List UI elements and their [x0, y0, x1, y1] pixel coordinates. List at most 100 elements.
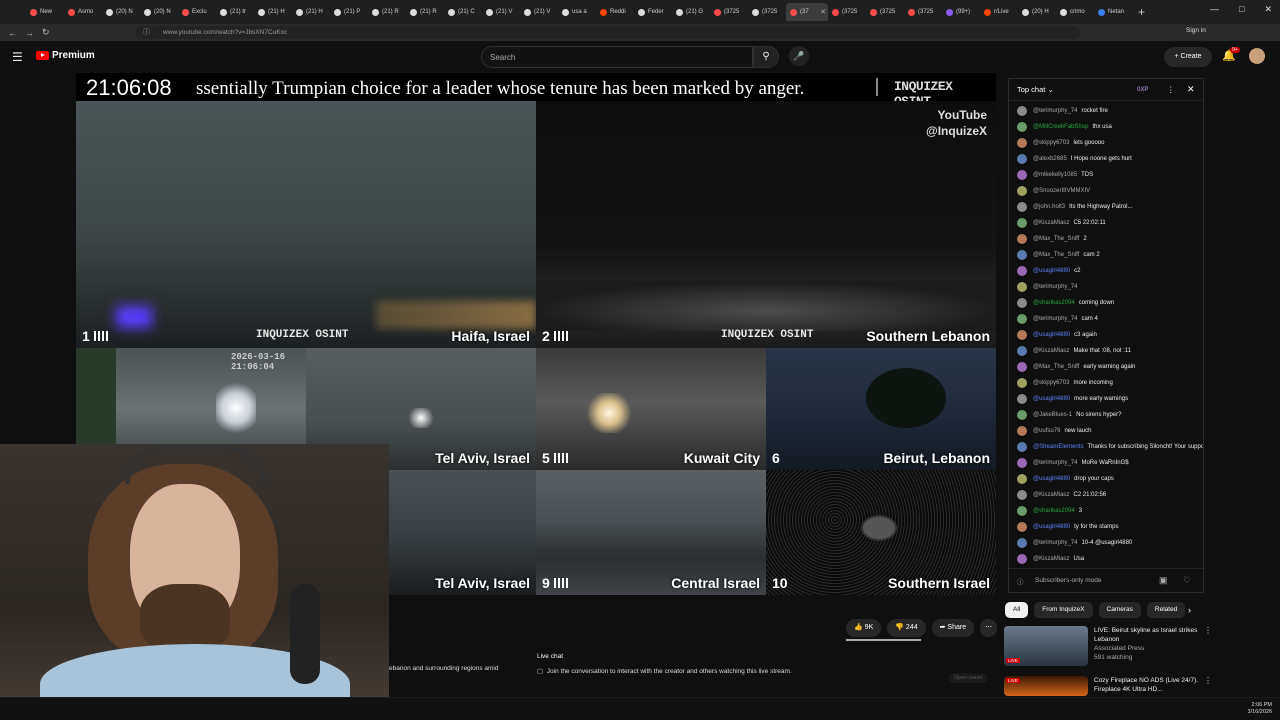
avatar[interactable] — [1017, 410, 1027, 420]
avatar[interactable] — [1017, 106, 1027, 116]
chat-author[interactable]: @Max_The_Sniff — [1033, 364, 1079, 370]
avatar[interactable] — [1017, 298, 1027, 308]
chat-author[interactable]: @alexb2685 — [1033, 156, 1067, 162]
browser-tab[interactable]: (20) N — [140, 3, 178, 21]
chat-author[interactable]: @JakeBlues-1 — [1033, 412, 1072, 418]
points-badge[interactable]: 0XP — [1137, 87, 1148, 93]
avatar[interactable] — [1017, 538, 1027, 548]
chat-author[interactable]: @skippy6703 — [1033, 380, 1069, 386]
browser-tab[interactable]: (21) R — [406, 3, 444, 21]
avatar[interactable] — [1017, 458, 1027, 468]
search-button[interactable]: ⚲ — [753, 46, 779, 68]
avatar[interactable] — [1017, 490, 1027, 500]
voice-search-icon[interactable]: 🎤 — [789, 46, 809, 66]
chat-author[interactable]: @john.holt3 — [1033, 204, 1065, 210]
chat-author[interactable]: @usagirl4880 — [1033, 476, 1070, 482]
browser-tab[interactable]: (21) H — [254, 3, 292, 21]
chat-author[interactable]: @Max_The_Sniff — [1033, 236, 1079, 242]
back-icon[interactable]: ← — [8, 28, 17, 38]
youtube-logo[interactable]: Premium — [36, 50, 95, 61]
chat-author[interactable]: @Max_The_Sniff — [1033, 252, 1079, 258]
browser-tab[interactable]: (3725 — [710, 3, 748, 21]
chat-author[interactable]: @KiszaMiasz — [1033, 556, 1069, 562]
browser-tab[interactable]: crimo — [1056, 3, 1094, 21]
recommended-video[interactable]: LIVE Cozy Fireplace NO ADS (Live 24/7). … — [1004, 676, 1212, 696]
video-thumbnail[interactable]: LIVE — [1004, 626, 1088, 666]
recommended-video[interactable]: LIVE LIVE: Beirut skyline as Israel stri… — [1004, 626, 1212, 666]
chat-author[interactable]: @MillCreekFabShop — [1033, 124, 1088, 130]
chat-author[interactable]: @usagirl4880 — [1033, 396, 1070, 402]
filter-chip[interactable]: From InquizeX — [1034, 602, 1093, 618]
minimize-icon[interactable]: — — [1210, 4, 1219, 15]
sign-in-button[interactable]: Sign in — [1186, 27, 1206, 34]
more-options-icon[interactable]: ⋯ — [980, 619, 998, 637]
chat-author[interactable]: @skippy6703 — [1033, 140, 1069, 146]
system-tray-clock[interactable]: 2:06 PM 3/16/2026 — [1248, 702, 1272, 716]
browser-tab[interactable]: Asmo — [64, 3, 102, 21]
maximize-icon[interactable]: □ — [1239, 4, 1244, 15]
chat-author[interactable]: @usagirl4880 — [1033, 268, 1070, 274]
channel-name[interactable]: Associated Press — [1094, 644, 1204, 653]
chat-author[interactable]: @terimurphy_74 — [1033, 284, 1077, 290]
browser-tab[interactable]: (3725 — [904, 3, 942, 21]
avatar[interactable] — [1017, 506, 1027, 516]
chat-mode-select[interactable]: Top chat ⌄ — [1017, 85, 1054, 94]
close-icon[interactable]: ✕ — [1264, 4, 1272, 15]
avatar[interactable] — [1249, 48, 1265, 64]
avatar[interactable] — [1017, 554, 1027, 564]
avatar[interactable] — [1017, 378, 1027, 388]
create-button[interactable]: + Create — [1164, 47, 1212, 67]
open-panel-button[interactable]: Open panel — [949, 673, 988, 683]
share-button[interactable]: ➦ Share — [931, 619, 975, 637]
chat-author[interactable]: @sharikas2094 — [1033, 300, 1075, 306]
like-button[interactable]: 👍 9K — [846, 619, 882, 637]
avatar[interactable] — [1017, 250, 1027, 260]
forward-icon[interactable]: → — [25, 28, 34, 38]
avatar[interactable] — [1017, 330, 1027, 340]
browser-tab[interactable]: (21) G — [672, 3, 710, 21]
reload-icon[interactable]: ↻ — [42, 27, 50, 38]
browser-tab[interactable]: New — [26, 3, 64, 21]
browser-tab[interactable]: (21) V — [482, 3, 520, 21]
chat-author[interactable]: @terimurphy_74 — [1033, 460, 1077, 466]
avatar[interactable] — [1017, 154, 1027, 164]
avatar[interactable] — [1017, 474, 1027, 484]
avatar[interactable] — [1017, 282, 1027, 292]
browser-tab[interactable]: (3725 — [866, 3, 904, 21]
chat-author[interactable]: @KiszaMiasz — [1033, 348, 1069, 354]
browser-tab[interactable]: (99+) — [942, 3, 980, 21]
search-input[interactable]: Search — [481, 46, 753, 68]
avatar[interactable] — [1017, 202, 1027, 212]
video-title[interactable]: Cozy Fireplace NO ADS (Live 24/7). Firep… — [1094, 676, 1204, 694]
chat-author[interactable]: @usagirl4880 — [1033, 332, 1070, 338]
avatar[interactable] — [1017, 362, 1027, 372]
chat-author[interactable]: @terimurphy_74 — [1033, 108, 1077, 114]
avatar[interactable] — [1017, 394, 1027, 404]
avatar[interactable] — [1017, 170, 1027, 180]
video-title[interactable]: LIVE: Beirut skyline as Israel strikes L… — [1094, 626, 1204, 644]
chat-popout-icon[interactable]: ▣ — [1159, 575, 1168, 586]
browser-tab[interactable]: (3725 — [748, 3, 786, 21]
avatar[interactable] — [1017, 218, 1027, 228]
filter-chip[interactable]: Related — [1146, 602, 1186, 618]
browser-tab[interactable]: (21) V — [520, 3, 558, 21]
avatar[interactable] — [1017, 426, 1027, 436]
url-field[interactable]: ⓘ www.youtube.com/watch?v=JbsXN7CuKxc — [135, 26, 1080, 39]
avatar[interactable] — [1017, 442, 1027, 452]
site-info-icon[interactable]: ⓘ — [143, 26, 150, 39]
heart-icon[interactable]: ♡ — [1183, 575, 1191, 586]
avatar[interactable] — [1017, 234, 1027, 244]
browser-tab[interactable]: (20) H — [1018, 3, 1056, 21]
close-chat-icon[interactable]: ✕ — [1187, 84, 1195, 95]
more-vert-icon[interactable]: ⋮ — [1204, 626, 1212, 666]
browser-tab[interactable]: (21) R — [368, 3, 406, 21]
chat-author[interactable]: @uufsu76 — [1033, 428, 1060, 434]
chat-author[interactable]: @terimurphy_74 — [1033, 540, 1077, 546]
avatar[interactable] — [1017, 266, 1027, 276]
video-thumbnail[interactable]: LIVE — [1004, 676, 1088, 696]
avatar[interactable] — [1017, 522, 1027, 532]
chat-author[interactable]: @SnoozerIIIVMMXIV — [1033, 188, 1090, 194]
browser-tab[interactable]: (21) C — [444, 3, 482, 21]
browser-tab[interactable]: Feder — [634, 3, 672, 21]
avatar[interactable] — [1017, 122, 1027, 132]
